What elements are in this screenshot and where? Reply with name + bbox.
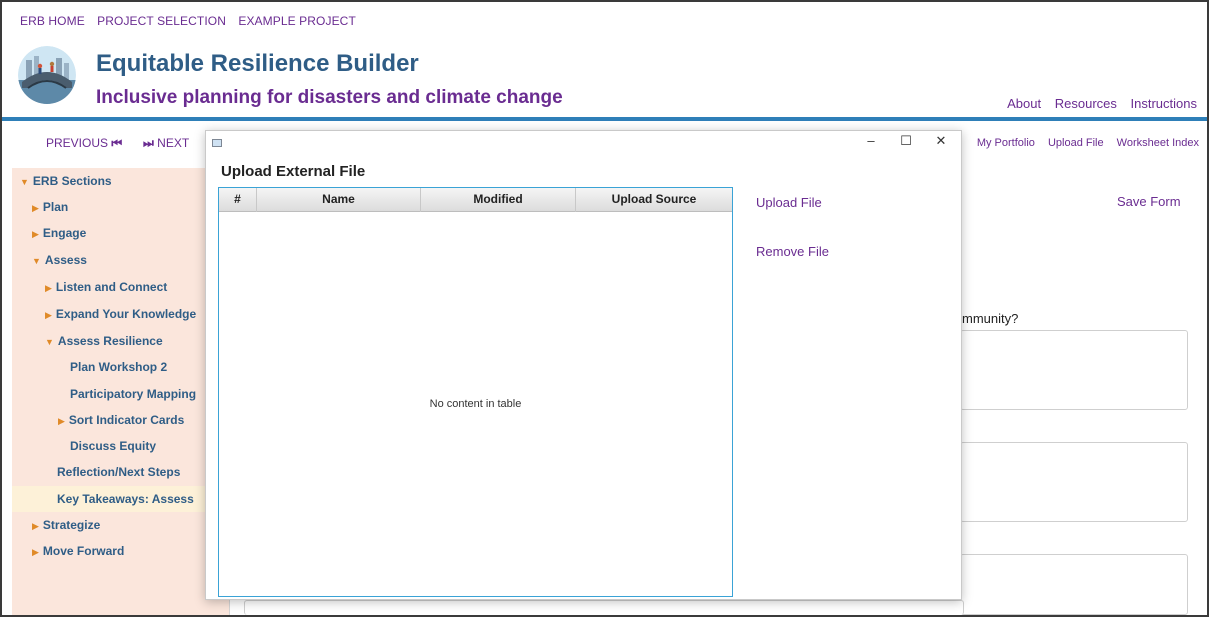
next-button[interactable]: ⏭ NEXT [143,136,189,151]
next-label: NEXT [157,136,190,150]
previous-button[interactable]: PREVIOUS ⏮ [46,136,122,151]
expanded-arrow-icon[interactable]: ▼ [45,337,54,347]
tree-assess-resilience[interactable]: ▼ Assess Resilience [45,334,163,348]
resources-link[interactable]: Resources [1055,96,1117,111]
tree-discuss-equity[interactable]: Discuss Equity [70,439,156,453]
collapsed-arrow-icon[interactable]: ▶ [45,283,52,293]
question-text: mmunity? [962,311,1019,326]
response-field-3-left[interactable] [244,600,964,615]
column-header-name[interactable]: Name [257,188,421,212]
response-field-1[interactable] [960,330,1188,410]
skip-back-icon: ⏮ [111,136,123,150]
tree-plan[interactable]: ▶ Plan [32,200,68,214]
window-app-icon [212,139,222,147]
app-title: Equitable Resilience Builder [96,50,419,77]
upload-file-link[interactable]: Upload File [1048,137,1104,149]
collapsed-arrow-icon[interactable]: ▶ [32,229,39,239]
tree-label: Reflection/Next Steps [57,465,181,479]
expanded-arrow-icon[interactable]: ▼ [32,256,41,266]
tree-label: Plan Workshop 2 [70,360,168,374]
tree-key-takeaways-assess[interactable]: Key Takeaways: Assess [12,486,206,512]
collapsed-arrow-icon[interactable]: ▶ [32,203,39,213]
worksheet-index-link[interactable]: Worksheet Index [1117,137,1199,149]
erb-home-link[interactable]: ERB HOME [20,14,85,28]
close-button[interactable]: ✕ [926,133,956,149]
tree-label: Assess Resilience [57,334,163,348]
tree-label: Move Forward [42,544,125,558]
collapsed-arrow-icon[interactable]: ▶ [32,547,39,557]
table-header: # Name Modified Upload Source [219,188,732,212]
tree-label: Key Takeaways: Assess [57,492,194,506]
instructions-link[interactable]: Instructions [1131,96,1197,111]
tree-participatory-mapping[interactable]: Participatory Mapping [70,387,196,401]
tree-engage[interactable]: ▶ Engage [32,226,86,240]
app-subtitle: Inclusive planning for disasters and cli… [96,87,563,108]
tree-label: Plan [42,200,69,214]
my-portfolio-link[interactable]: My Portfolio [977,137,1035,149]
tree-label: ERB Sections [32,174,112,188]
tree-reflection-next-steps[interactable]: Reflection/Next Steps [57,465,180,479]
header-divider [2,117,1207,121]
tree-move-forward[interactable]: ▶ Move Forward [32,544,124,558]
collapsed-arrow-icon[interactable]: ▶ [45,310,52,320]
response-field-3[interactable] [960,554,1188,615]
erb-logo [18,46,76,104]
tree-label: Assess [44,253,87,267]
toolbar-links: My Portfolio Upload File Worksheet Index [967,137,1199,149]
collapsed-arrow-icon[interactable]: ▶ [58,416,65,426]
header-links: About Resources Instructions [997,96,1197,111]
empty-table-message: No content in table [429,398,522,410]
column-header-modified[interactable]: Modified [421,188,576,212]
remove-file-button[interactable]: Remove File [756,244,829,259]
maximize-button[interactable]: ☐ [891,133,921,149]
tree-strategize[interactable]: ▶ Strategize [32,518,100,532]
about-link[interactable]: About [1007,96,1041,111]
tree-assess[interactable]: ▼ Assess [32,253,87,267]
tree-label: Listen and Connect [55,280,168,294]
tree-label: Sort Indicator Cards [68,413,185,427]
previous-label: PREVIOUS [46,136,109,150]
tree-erb-sections[interactable]: ▼ ERB Sections [20,174,112,188]
upload-external-file-dialog: – ☐ ✕ Upload External File # Name Modifi… [205,130,962,600]
tree-label: Expand Your Knowledge [55,307,197,321]
project-selection-link[interactable]: PROJECT SELECTION [97,14,226,28]
example-project-link[interactable]: EXAMPLE PROJECT [238,14,356,28]
save-form-link[interactable]: Save Form [1117,194,1181,209]
minimize-button[interactable]: – [856,133,886,148]
expanded-arrow-icon[interactable]: ▼ [20,177,29,187]
tree-label: Participatory Mapping [70,387,197,401]
tree-label: Strategize [42,518,101,532]
upload-file-button[interactable]: Upload File [756,195,822,210]
collapsed-arrow-icon[interactable]: ▶ [32,521,39,531]
tree-label: Discuss Equity [70,439,157,453]
top-navigation: ERB HOME PROJECT SELECTION EXAMPLE PROJE… [20,14,365,28]
column-header-upload-source[interactable]: Upload Source [576,188,732,212]
column-header-number[interactable]: # [219,188,257,212]
dialog-title: Upload External File [221,163,366,180]
skip-forward-icon: ⏭ [143,136,154,150]
response-field-2[interactable] [960,442,1188,522]
tree-listen-and-connect[interactable]: ▶ Listen and Connect [45,280,167,294]
tree-expand-your-knowledge[interactable]: ▶ Expand Your Knowledge [45,307,196,321]
tree-sort-indicator-cards[interactable]: ▶ Sort Indicator Cards [58,413,184,427]
tree-plan-workshop-2[interactable]: Plan Workshop 2 [70,360,167,374]
tree-label: Engage [42,226,87,240]
files-table[interactable]: # Name Modified Upload Source No content… [218,187,733,597]
